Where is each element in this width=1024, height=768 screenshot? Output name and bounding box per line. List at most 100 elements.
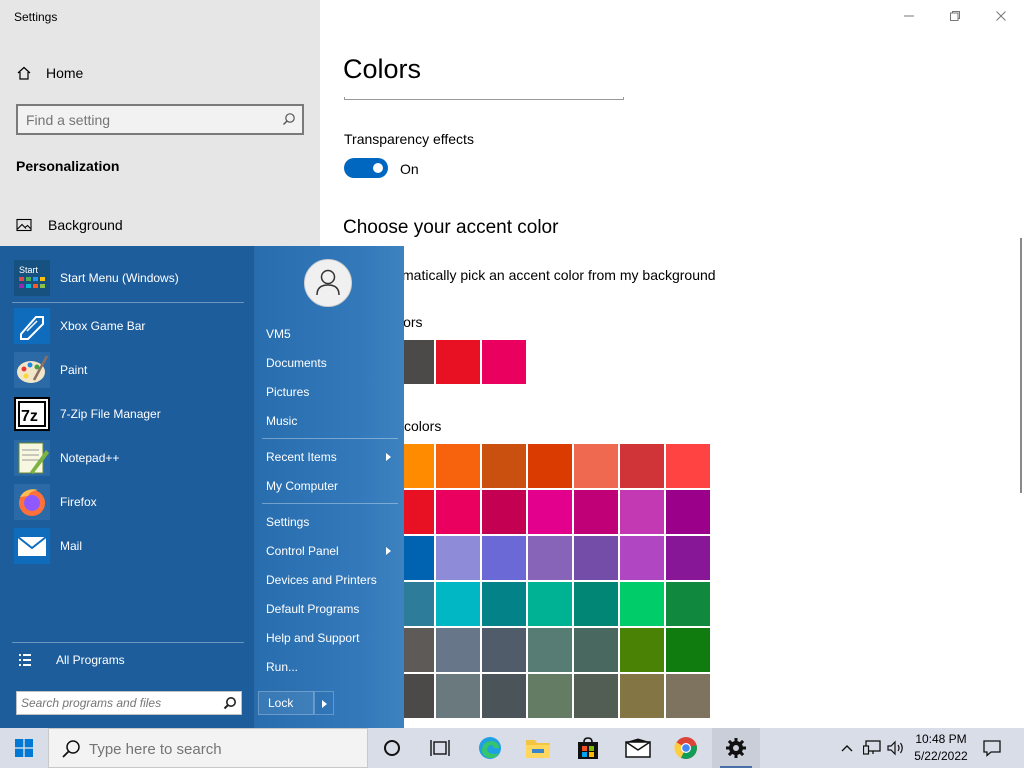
accent-color-swatch[interactable]: [528, 490, 572, 534]
accent-color-swatch[interactable]: [528, 444, 572, 488]
notification-icon: [983, 740, 1001, 757]
volume-button[interactable]: [884, 728, 908, 768]
taskbar-chrome[interactable]: [662, 728, 710, 768]
accent-color-swatch[interactable]: [620, 536, 664, 580]
program-xbox-game-bar[interactable]: Xbox Game Bar: [12, 306, 252, 346]
lock-button[interactable]: Lock: [258, 691, 314, 715]
taskbar-mail[interactable]: [614, 728, 662, 768]
accent-color-swatch[interactable]: [482, 582, 526, 626]
accent-color-swatch[interactable]: [436, 582, 480, 626]
accent-color-swatch[interactable]: [666, 444, 710, 488]
sidebar-item-background[interactable]: Background: [16, 215, 123, 235]
accent-color-swatch[interactable]: [620, 490, 664, 534]
accent-color-swatch[interactable]: [620, 444, 664, 488]
program-paint[interactable]: Paint: [12, 350, 252, 390]
taskbar-store[interactable]: [564, 728, 612, 768]
find-setting-input[interactable]: [26, 110, 276, 130]
home-nav-item[interactable]: Home: [16, 62, 83, 84]
app-title: Settings: [14, 10, 58, 24]
accent-color-swatch[interactable]: [574, 582, 618, 626]
auto-pick-accent-checkbox-label[interactable]: matically pick an accent color from my b…: [402, 267, 716, 283]
link-pictures[interactable]: Pictures: [266, 385, 309, 399]
chevron-right-icon: [322, 700, 327, 708]
accent-color-swatch[interactable]: [666, 674, 710, 718]
transparency-toggle[interactable]: [344, 158, 388, 178]
minimize-button[interactable]: [886, 4, 932, 28]
accent-color-swatch[interactable]: [482, 536, 526, 580]
user-avatar[interactable]: [304, 259, 352, 307]
recent-color-swatch[interactable]: [482, 340, 526, 384]
accent-color-swatch[interactable]: [620, 582, 664, 626]
link-settings[interactable]: Settings: [266, 515, 309, 529]
notepad-plus-plus-icon: [14, 440, 50, 476]
scrollbar[interactable]: [1020, 238, 1022, 493]
accent-color-swatch[interactable]: [528, 628, 572, 672]
accent-color-swatch[interactable]: [666, 490, 710, 534]
link-user-folder[interactable]: VM5: [266, 327, 291, 341]
accent-color-swatch[interactable]: [528, 536, 572, 580]
link-devices-and-printers[interactable]: Devices and Printers: [266, 573, 377, 587]
accent-color-swatch[interactable]: [620, 628, 664, 672]
accent-color-swatch[interactable]: [666, 536, 710, 580]
accent-color-swatch[interactable]: [436, 444, 480, 488]
accent-color-swatch[interactable]: [528, 582, 572, 626]
link-recent-items[interactable]: Recent Items: [266, 450, 337, 464]
link-control-panel[interactable]: Control Panel: [266, 544, 339, 558]
program-firefox[interactable]: Firefox: [12, 482, 252, 522]
accent-color-swatch[interactable]: [436, 536, 480, 580]
accent-color-swatch[interactable]: [482, 490, 526, 534]
accent-color-swatch[interactable]: [574, 628, 618, 672]
accent-color-swatch[interactable]: [574, 490, 618, 534]
link-run[interactable]: Run...: [266, 660, 298, 674]
cortana-button[interactable]: [368, 728, 416, 768]
accent-color-swatch[interactable]: [436, 628, 480, 672]
program-start-menu[interactable]: Start Start Menu (Windows): [12, 258, 252, 298]
accent-color-swatch[interactable]: [528, 674, 572, 718]
taskbar-file-explorer[interactable]: [514, 728, 562, 768]
accent-color-swatch[interactable]: [436, 674, 480, 718]
chrome-icon: [674, 737, 697, 759]
taskbar-search-input[interactable]: [89, 739, 359, 759]
accent-color-swatch[interactable]: [574, 536, 618, 580]
search-icon: [283, 113, 295, 125]
accent-color-swatch[interactable]: [482, 628, 526, 672]
recent-color-swatch[interactable]: [436, 340, 480, 384]
clock[interactable]: 10:48 PM 5/22/2022: [908, 731, 974, 765]
start-menu-search[interactable]: [16, 691, 242, 715]
task-view-button[interactable]: [416, 728, 464, 768]
all-programs-button[interactable]: All Programs: [18, 650, 125, 670]
accent-color-swatch[interactable]: [574, 674, 618, 718]
accent-color-swatch[interactable]: [620, 674, 664, 718]
accent-color-swatch[interactable]: [436, 490, 480, 534]
accent-color-swatch[interactable]: [482, 674, 526, 718]
network-button[interactable]: [860, 728, 884, 768]
link-my-computer[interactable]: My Computer: [266, 479, 338, 493]
taskbar-search-box[interactable]: [48, 728, 368, 768]
accent-color-swatch[interactable]: [666, 628, 710, 672]
accent-color-swatch[interactable]: [574, 444, 618, 488]
home-label: Home: [46, 65, 84, 81]
program-mail[interactable]: Mail: [12, 526, 252, 566]
file-explorer-icon: [526, 740, 550, 758]
accent-color-swatch[interactable]: [666, 582, 710, 626]
link-help-and-support[interactable]: Help and Support: [266, 631, 359, 645]
show-hidden-icons-button[interactable]: [836, 728, 858, 768]
taskbar-edge[interactable]: [466, 728, 514, 768]
clock-time: 10:48 PM: [915, 732, 967, 746]
windows-colors-label: colors: [404, 418, 442, 434]
action-center-button[interactable]: [978, 728, 1006, 768]
close-button[interactable]: [978, 4, 1024, 28]
program-label: Xbox Game Bar: [60, 319, 146, 333]
link-documents[interactable]: Documents: [266, 356, 327, 370]
accent-color-swatch[interactable]: [482, 444, 526, 488]
taskbar-settings[interactable]: [712, 728, 760, 768]
power-options-button[interactable]: [314, 691, 334, 715]
find-setting-box[interactable]: [16, 104, 304, 135]
start-button[interactable]: [0, 728, 48, 768]
start-menu-search-input[interactable]: [21, 695, 217, 711]
link-music[interactable]: Music: [266, 414, 297, 428]
program-7zip[interactable]: 7z 7-Zip File Manager: [12, 394, 252, 434]
program-notepad-plus-plus[interactable]: Notepad++: [12, 438, 252, 478]
link-default-programs[interactable]: Default Programs: [266, 602, 359, 616]
restore-button[interactable]: [932, 4, 978, 28]
